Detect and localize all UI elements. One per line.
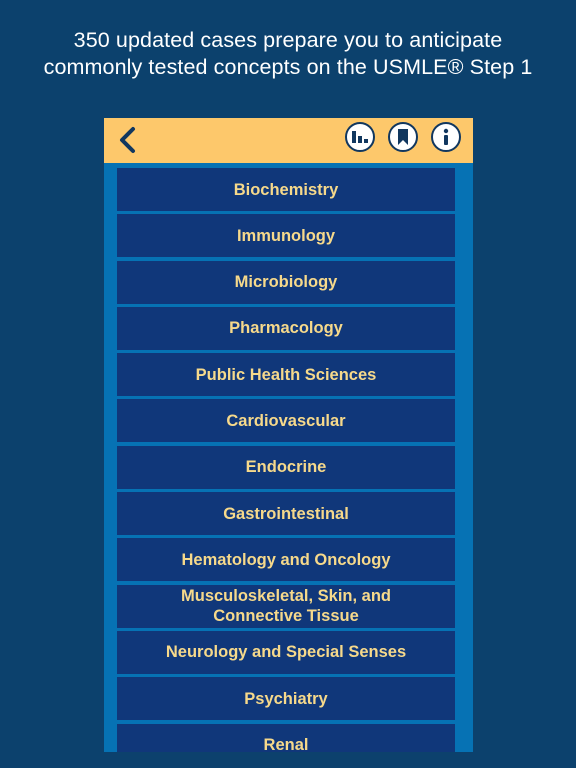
category-endocrine[interactable]: Endocrine bbox=[117, 445, 455, 489]
category-label: Pharmacology bbox=[229, 319, 343, 338]
stats-button[interactable] bbox=[345, 122, 375, 152]
category-pharmacology[interactable]: Pharmacology bbox=[117, 306, 455, 350]
category-label: Psychiatry bbox=[244, 689, 328, 708]
category-neurology[interactable]: Neurology and Special Senses bbox=[117, 630, 455, 674]
category-gastrointestinal[interactable]: Gastrointestinal bbox=[117, 492, 455, 536]
category-label: Cardiovascular bbox=[226, 411, 346, 430]
category-renal[interactable]: Renal bbox=[117, 723, 455, 752]
back-button[interactable] bbox=[116, 124, 142, 156]
category-public-health-sciences[interactable]: Public Health Sciences bbox=[117, 353, 455, 397]
category-label: Endocrine bbox=[245, 458, 327, 477]
category-label-line-2: Connective Tissue bbox=[213, 607, 359, 626]
toolbar bbox=[104, 118, 473, 163]
bookmark-icon bbox=[398, 129, 408, 145]
category-hematology-oncology[interactable]: Hematology and Oncology bbox=[117, 538, 455, 582]
app-screen: Biochemistry Immunology Microbiology Pha… bbox=[104, 118, 473, 752]
category-label: Musculoskeletal, Skin, and bbox=[181, 587, 391, 606]
category-label: Neurology and Special Senses bbox=[165, 643, 407, 662]
category-label: Immunology bbox=[236, 226, 336, 245]
category-immunology[interactable]: Immunology bbox=[117, 214, 455, 258]
promo-headline: 350 updated cases prepare you to anticip… bbox=[0, 27, 576, 81]
category-biochemistry[interactable]: Biochemistry bbox=[117, 168, 455, 211]
category-label: Gastrointestinal bbox=[223, 504, 349, 523]
category-label: Biochemistry bbox=[233, 180, 339, 199]
bookmark-button[interactable] bbox=[388, 122, 418, 152]
category-list: Biochemistry Immunology Microbiology Pha… bbox=[117, 168, 455, 752]
category-psychiatry[interactable]: Psychiatry bbox=[117, 677, 455, 721]
category-cardiovascular[interactable]: Cardiovascular bbox=[117, 399, 455, 443]
category-label: Renal bbox=[263, 736, 309, 752]
info-button[interactable] bbox=[431, 122, 461, 152]
category-musculoskeletal[interactable]: Musculoskeletal, Skin, and Connective Ti… bbox=[117, 584, 455, 628]
category-label: Microbiology bbox=[234, 273, 338, 292]
category-label: Hematology and Oncology bbox=[181, 550, 391, 569]
category-label: Public Health Sciences bbox=[195, 365, 377, 384]
info-icon bbox=[443, 128, 449, 145]
bar-chart-icon bbox=[352, 131, 368, 143]
category-microbiology[interactable]: Microbiology bbox=[117, 260, 455, 304]
headline-line-2: commonly tested concepts on the USMLE® S… bbox=[43, 55, 533, 79]
headline-line-1: 350 updated cases prepare you to anticip… bbox=[73, 28, 503, 52]
chevron-left-icon bbox=[120, 127, 135, 153]
